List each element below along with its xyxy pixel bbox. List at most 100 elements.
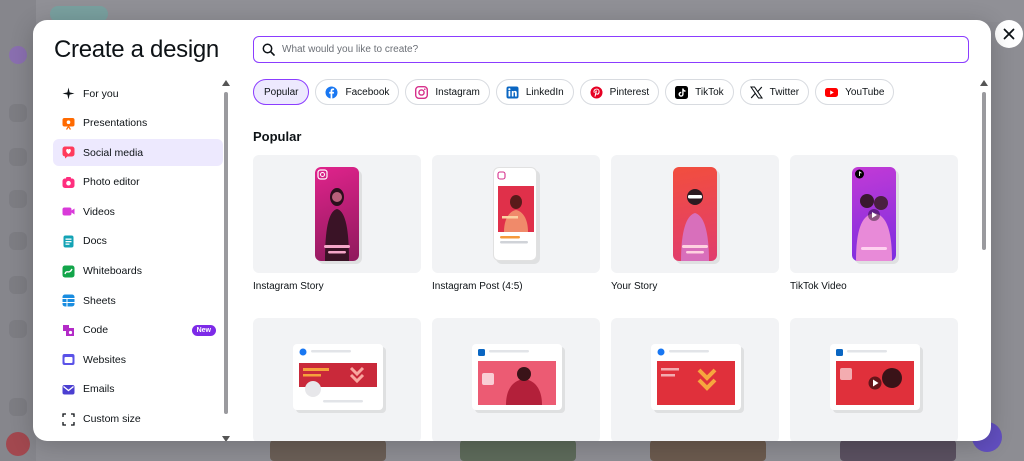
nav-scrollbar[interactable] [222, 80, 230, 441]
nav-item-label: Videos [83, 205, 115, 218]
linkedin-video-preview [830, 344, 920, 410]
template-card[interactable] [611, 318, 779, 441]
content-scrollbar-thumb[interactable] [982, 92, 986, 250]
template-label: TikTok Video [790, 281, 847, 292]
linkedin-icon [506, 86, 519, 99]
nav-item-label: Emails [83, 383, 115, 396]
background-home-icon [9, 104, 27, 122]
background-dream-icon [9, 320, 27, 338]
template-card[interactable] [790, 318, 958, 441]
post-illustration [478, 349, 556, 405]
chip-label: Facebook [345, 86, 390, 98]
whiteboard-icon [62, 265, 75, 278]
template-card-instagram-story[interactable]: Instagram Story [253, 155, 421, 292]
template-thumbnail [790, 318, 958, 441]
nav-item-sheets[interactable]: Sheets [53, 287, 223, 314]
nav-item-for-you[interactable]: For you [53, 80, 223, 107]
nav-item-photo-editor[interactable]: Photo editor [53, 169, 223, 196]
scroll-up-icon[interactable] [222, 80, 230, 86]
x-icon [749, 85, 763, 99]
dialog-title: Create a design [54, 36, 219, 63]
video-illustration [836, 349, 914, 405]
background-thumbnail [840, 440, 956, 461]
heart-chat-icon [62, 146, 75, 159]
nav-item-social-media[interactable]: Social media [53, 139, 223, 167]
nav-item-label: Websites [83, 353, 126, 366]
category-chips: Popular Facebook Instagram LinkedIn Pint… [253, 79, 900, 105]
close-dialog-button[interactable] [995, 20, 1023, 48]
nav-item-label: Custom size [83, 413, 141, 426]
template-thumbnail [253, 318, 421, 441]
code-icon [62, 324, 75, 337]
close-icon [1003, 28, 1015, 40]
background-projects-icon [9, 148, 27, 166]
nav-item-emails[interactable]: Emails [53, 376, 223, 403]
scroll-up-icon[interactable] [980, 80, 988, 86]
custom-size-icon [62, 412, 75, 426]
template-card[interactable] [432, 318, 600, 441]
design-search-box[interactable] [253, 36, 969, 63]
nav-item-websites[interactable]: Websites [53, 346, 223, 373]
nav-item-label: Social media [83, 146, 144, 159]
nav-item-code[interactable]: Code New [53, 317, 223, 344]
youtube-icon [825, 86, 839, 99]
post-illustration [657, 348, 735, 405]
story-preview [673, 167, 717, 261]
chip-label: Instagram [435, 86, 480, 98]
chip-pinterest[interactable]: Pinterest [579, 79, 660, 105]
chip-label: TikTok [695, 86, 724, 98]
chip-tiktok[interactable]: TikTok [665, 79, 734, 105]
sparkle-icon [62, 87, 75, 100]
chip-youtube[interactable]: YouTube [815, 79, 895, 105]
facebook-post-preview [651, 344, 741, 410]
website-icon [62, 353, 75, 366]
video-preview [852, 167, 896, 261]
background-thumbnail [460, 440, 576, 461]
chip-facebook[interactable]: Facebook [315, 79, 400, 105]
tiktok-icon [675, 85, 689, 99]
sheet-icon [62, 294, 75, 307]
template-card-your-story[interactable]: Your Story [611, 155, 779, 292]
search-input[interactable] [282, 44, 942, 55]
background-sidebar [0, 0, 36, 461]
video-icon [62, 205, 75, 218]
template-card-instagram-post[interactable]: Instagram Post (4:5) [432, 155, 600, 292]
nav-item-label: Whiteboards [83, 265, 142, 278]
nav-item-docs[interactable]: Docs [53, 228, 223, 255]
nav-item-presentations[interactable]: Presentations [53, 110, 223, 137]
background-avatar [6, 432, 30, 456]
chip-label: Twitter [769, 86, 800, 98]
template-card-tiktok-video[interactable]: TikTok Video [790, 155, 958, 292]
post-preview [493, 167, 537, 261]
template-thumbnail [432, 155, 600, 273]
nav-item-label: Photo editor [83, 176, 140, 189]
post-illustration [497, 171, 534, 244]
nav-item-whiteboards[interactable]: Whiteboards [53, 258, 223, 285]
post-illustration [299, 348, 377, 403]
template-label: Instagram Story [253, 281, 324, 292]
template-label: Your Story [611, 281, 658, 292]
design-category-nav: For you Presentations Social media Photo… [53, 80, 223, 435]
template-thumbnail [611, 155, 779, 273]
chip-linkedin[interactable]: LinkedIn [495, 79, 574, 105]
chip-label: Pinterest [609, 86, 650, 98]
content-scrollbar[interactable] [980, 80, 988, 440]
presentation-icon [62, 117, 75, 130]
facebook-icon [325, 86, 338, 99]
background-apps-icon [9, 276, 27, 294]
template-card[interactable] [253, 318, 421, 441]
chip-popular[interactable]: Popular [253, 79, 310, 105]
chip-instagram[interactable]: Instagram [405, 79, 490, 105]
background-thumbnail [270, 440, 386, 461]
nav-scrollbar-thumb[interactable] [224, 92, 228, 414]
scroll-down-icon[interactable] [222, 436, 230, 441]
background-brand-icon [9, 232, 27, 250]
chip-label: Popular [264, 86, 299, 98]
nav-item-videos[interactable]: Videos [53, 198, 223, 225]
chip-twitter[interactable]: Twitter [739, 79, 810, 105]
doc-icon [62, 235, 75, 248]
person-illustration [317, 169, 350, 261]
person-illustration [681, 189, 709, 261]
nav-item-custom-size[interactable]: Custom size [53, 406, 223, 433]
template-thumbnail [790, 155, 958, 273]
